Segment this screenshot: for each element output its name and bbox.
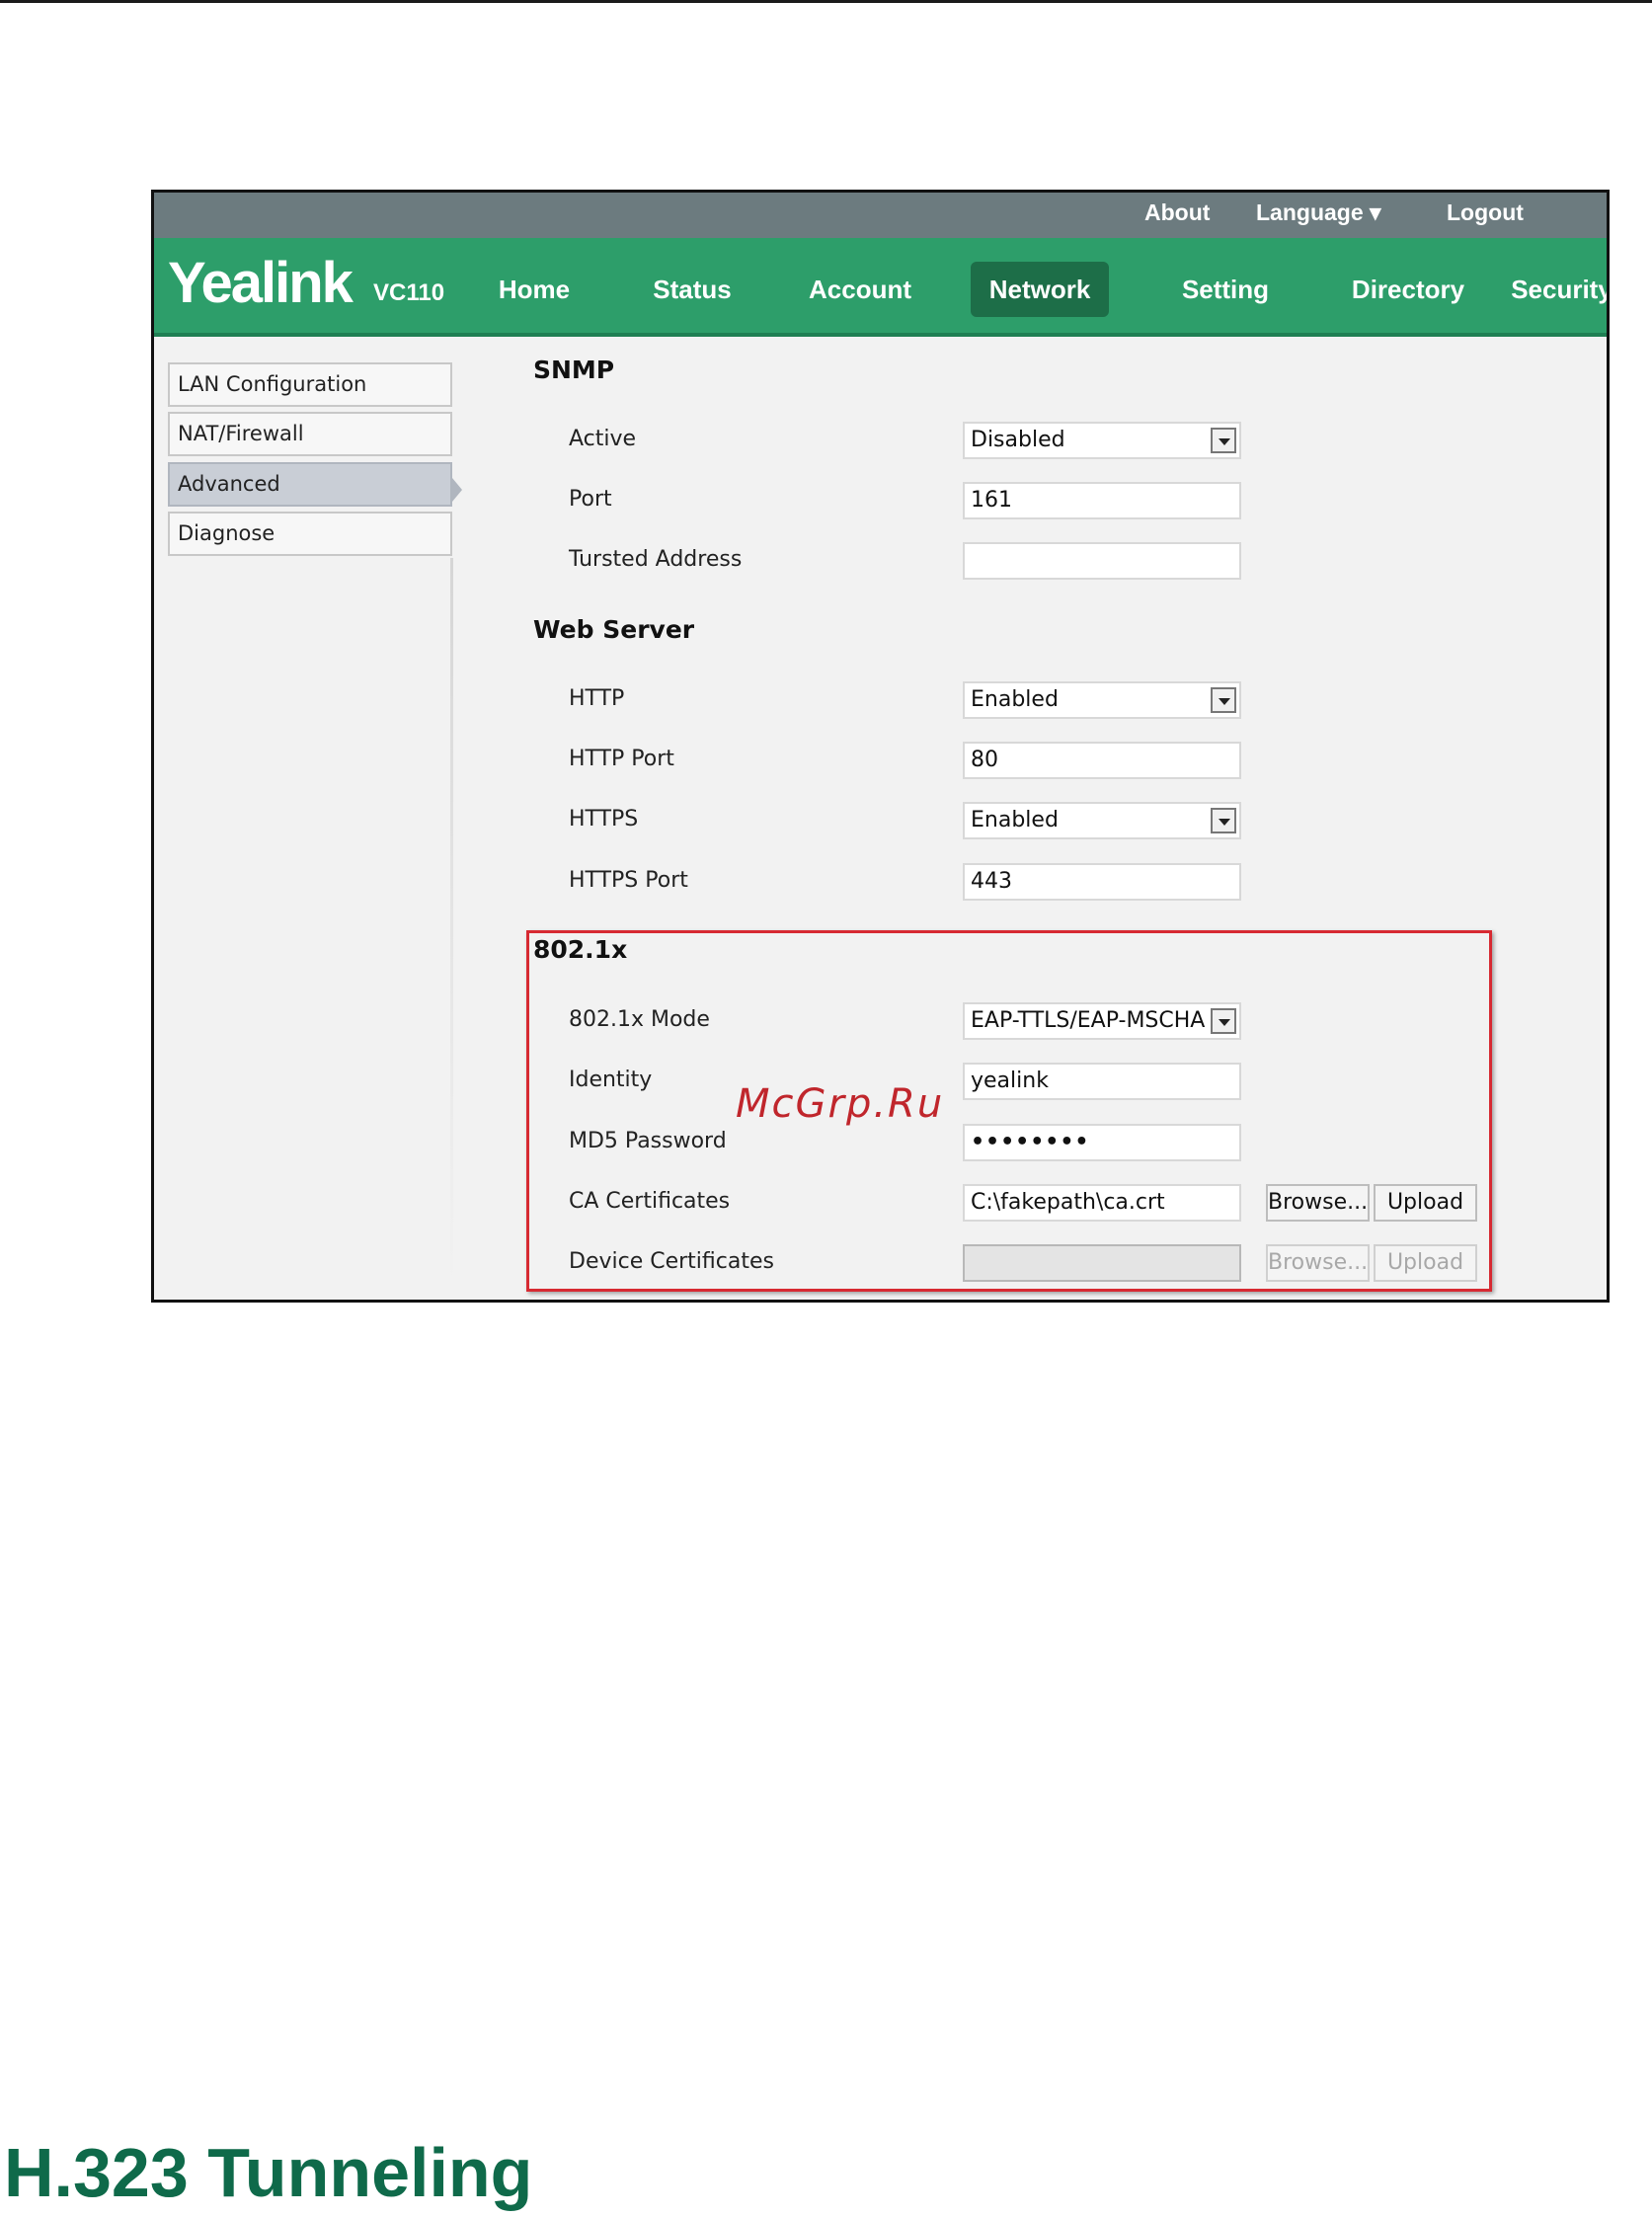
ca-certificates-label: CA Certificates — [569, 1189, 731, 1214]
language-menu[interactable]: Language ▾ — [1256, 199, 1381, 226]
sidebar-item-advanced[interactable]: Advanced — [168, 462, 452, 507]
https-label: HTTPS — [569, 807, 639, 831]
nav-status[interactable]: Status — [638, 262, 747, 317]
dot1x-title: 802.1x — [533, 935, 628, 964]
nav-directory[interactable]: Directory — [1329, 262, 1487, 317]
snmp-trusted-address-input[interactable] — [963, 542, 1241, 580]
logout-link[interactable]: Logout — [1447, 199, 1524, 226]
snmp-port-label: Port — [569, 487, 612, 512]
sidebar-item-lan-configuration[interactable]: LAN Configuration — [168, 362, 452, 407]
web-server-title: Web Server — [533, 615, 695, 644]
md5-password-label: MD5 Password — [569, 1129, 727, 1153]
identity-label: Identity — [569, 1068, 653, 1092]
sidebar-item-diagnose[interactable]: Diagnose — [168, 512, 452, 556]
snmp-port-input[interactable]: 161 — [963, 482, 1241, 519]
nav-security[interactable]: Security — [1505, 262, 1607, 317]
ca-upload-button[interactable]: Upload — [1374, 1184, 1477, 1222]
top-bar: About Language ▾ Logout — [154, 193, 1607, 238]
device-certificates-input — [963, 1244, 1241, 1282]
page-top-rule — [0, 0, 1652, 3]
snmp-active-select[interactable]: Disabled — [963, 422, 1241, 459]
chevron-down-icon — [1211, 428, 1236, 453]
ca-certificates-input[interactable]: C:\fakepath\ca.crt — [963, 1184, 1241, 1222]
snmp-active-label: Active — [569, 427, 637, 451]
device-upload-button: Upload — [1374, 1244, 1477, 1282]
active-pointer-icon — [452, 478, 462, 502]
http-port-label: HTTP Port — [569, 747, 674, 771]
http-port-input[interactable]: 80 — [963, 742, 1241, 779]
yealink-logo: Yealink — [168, 251, 354, 315]
nav-account[interactable]: Account — [796, 262, 924, 317]
web-ui-screenshot: About Language ▾ Logout Yealink VC110 Ho… — [151, 190, 1610, 1303]
model-label: VC110 — [373, 279, 445, 306]
nav-home[interactable]: Home — [480, 262, 589, 317]
sidebar-divider — [450, 558, 453, 1289]
dot1x-mode-select[interactable]: EAP-TTLS/EAP-MSCHA — [963, 1002, 1241, 1040]
http-value: Enabled — [971, 687, 1059, 712]
https-port-input[interactable]: 443 — [963, 863, 1241, 901]
nav-network[interactable]: Network — [971, 262, 1109, 317]
nav-setting[interactable]: Setting — [1161, 262, 1290, 317]
sidebar-item-nat-firewall[interactable]: NAT/Firewall — [168, 412, 452, 456]
section-heading: H.323 Tunneling — [4, 2134, 533, 2211]
highlight-box — [526, 930, 1492, 1292]
identity-input[interactable]: yealink — [963, 1063, 1241, 1100]
https-select[interactable]: Enabled — [963, 802, 1241, 839]
http-select[interactable]: Enabled — [963, 681, 1241, 719]
http-label: HTTP — [569, 686, 625, 711]
main-nav: Yealink VC110 Home Status Account Networ… — [154, 238, 1607, 337]
snmp-active-value: Disabled — [971, 428, 1065, 452]
chevron-down-icon — [1211, 1008, 1236, 1034]
chevron-down-icon — [1211, 687, 1236, 713]
dot1x-mode-label: 802.1x Mode — [569, 1007, 710, 1032]
snmp-trusted-address-label: Tursted Address — [569, 547, 743, 572]
https-port-label: HTTPS Port — [569, 868, 688, 893]
watermark: McGrp.Ru — [736, 1081, 945, 1127]
https-value: Enabled — [971, 808, 1059, 832]
md5-password-input[interactable]: •••••••• — [963, 1124, 1241, 1161]
device-certificates-label: Device Certificates — [569, 1249, 774, 1274]
dot1x-mode-value: EAP-TTLS/EAP-MSCHA — [971, 1008, 1206, 1033]
about-link[interactable]: About — [1144, 199, 1210, 226]
ca-browse-button[interactable]: Browse... — [1266, 1184, 1370, 1222]
snmp-title: SNMP — [533, 356, 615, 384]
chevron-down-icon — [1211, 808, 1236, 833]
device-browse-button: Browse... — [1266, 1244, 1370, 1282]
